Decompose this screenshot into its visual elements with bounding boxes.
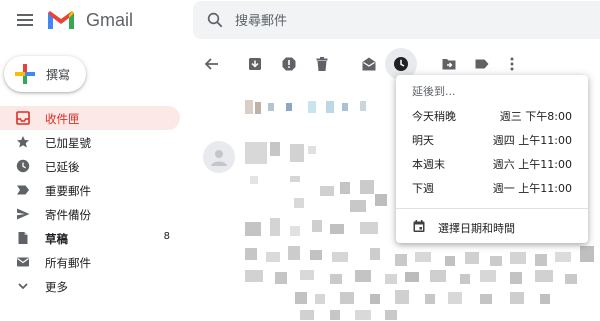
report-spam-button[interactable] [273,48,305,80]
snooze-option-label: 下週 [412,182,434,195]
important-label-icon [17,185,29,195]
back-button[interactable] [196,48,228,80]
pick-date-time-option[interactable]: 選擇日期和時間 [396,215,588,239]
sidebar-item-label: 所有郵件 [45,256,91,270]
chevron-down-icon [18,283,28,290]
search-icon[interactable] [206,11,224,29]
compose-label: 撰寫 [46,68,71,82]
snooze-menu: 延後到... 今天稍晚 週三 下午8:00 明天 週四 上午11:00 本週末 … [396,75,588,243]
sidebar-item-drafts[interactable]: 草稿 8 [0,226,182,250]
sidebar-item-label: 更多 [45,280,68,294]
pick-date-time-label: 選擇日期和時間 [438,222,515,235]
snooze-option-time: 週三 下午8:00 [499,110,572,123]
report-spam-icon [282,57,296,71]
sidebar-item-label: 寄件備份 [45,208,91,222]
mark-unread-icon [362,57,376,71]
sidebar-item-all-mail[interactable]: 所有郵件 [0,250,182,274]
snooze-option-time: 週六 上午11:00 [492,158,572,171]
mark-unread-button[interactable] [353,48,385,80]
archive-icon [249,58,261,70]
snooze-option-time: 週一 上午11:00 [492,182,572,195]
sidebar-item-label: 收件匣 [45,112,80,126]
star-icon [17,136,29,148]
clock-icon [16,159,30,173]
snooze-option-next-week[interactable]: 下週 週一 上午11:00 [396,175,588,199]
snooze-option-label: 今天稍晚 [412,110,456,123]
snooze-option-time: 週四 上午11:00 [492,134,572,147]
snooze-clock-icon [394,57,408,71]
back-arrow-icon [204,58,218,70]
inbox-icon [16,111,30,125]
main-menu-icon[interactable] [17,14,33,26]
more-vert-icon [510,57,514,71]
mail-icon [17,257,29,267]
menu-divider [396,208,588,209]
sidebar-item-inbox[interactable]: 收件匣 [0,106,180,130]
snooze-option-label: 本週末 [412,158,445,171]
draft-file-icon [18,232,28,244]
sidebar-nav: 收件匣 已加星號 已延後 重要郵件 寄件備份 草稿 8 所有郵件 更多 [0,106,182,298]
sidebar-item-starred[interactable]: 已加星號 [0,130,182,154]
gmail-brand-text: Gmail [86,10,134,30]
sidebar-item-snoozed[interactable]: 已延後 [0,154,182,178]
snooze-option-this-weekend[interactable]: 本週末 週六 上午11:00 [396,151,588,175]
snooze-option-tomorrow[interactable]: 明天 週四 上午11:00 [396,127,588,151]
send-icon [17,208,30,220]
snooze-menu-title: 延後到... [412,85,456,98]
sidebar-item-label: 草稿 [45,232,68,246]
delete-button[interactable] [306,48,338,80]
search-input[interactable] [233,1,597,41]
app-header: Gmail [0,0,600,44]
sidebar-item-important[interactable]: 重要郵件 [0,178,182,202]
drafts-count-badge: 8 [163,231,170,242]
label-icon [475,59,489,69]
snooze-option-later-today[interactable]: 今天稍晚 週三 下午8:00 [396,103,588,127]
search-bar [193,1,600,41]
sidebar-item-sent[interactable]: 寄件備份 [0,202,182,226]
sidebar-item-label: 重要郵件 [45,184,91,198]
sidebar-item-label: 已延後 [45,160,80,174]
archive-button[interactable] [239,48,271,80]
move-to-icon [442,59,456,70]
sidebar-item-label: 已加星號 [45,136,91,150]
delete-icon [316,57,328,71]
calendar-icon [413,220,425,232]
gmail-logo-icon[interactable] [46,9,76,31]
snooze-option-label: 明天 [412,134,434,147]
sidebar-item-more[interactable]: 更多 [0,274,182,298]
compose-button[interactable]: 撰寫 [4,56,86,92]
plus-icon [15,64,35,84]
